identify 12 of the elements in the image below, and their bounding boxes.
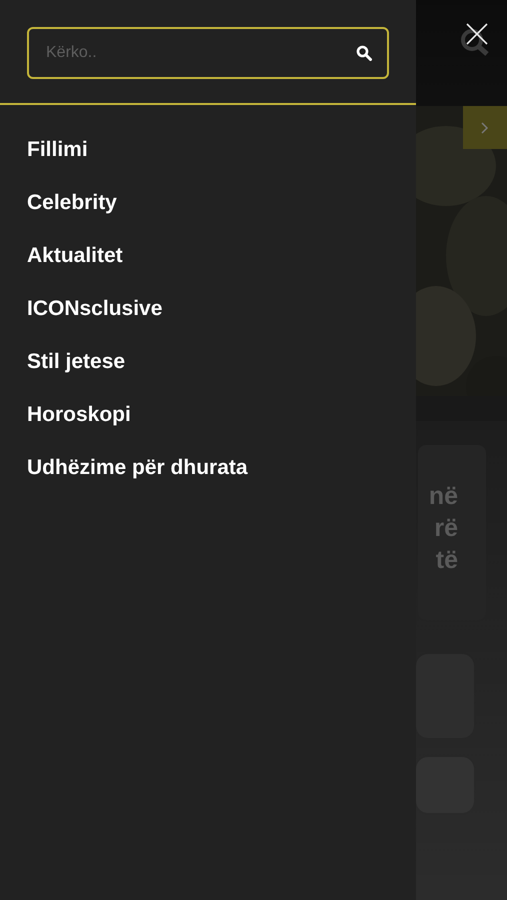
menu-item[interactable]: Horoskopi <box>27 400 131 453</box>
search-icon <box>460 28 490 56</box>
menu-item[interactable]: Udhëzime për dhurata <box>27 453 248 506</box>
chevron-right-icon <box>481 122 489 134</box>
menu-item[interactable]: Stil jetese <box>27 347 126 400</box>
menu-item[interactable]: Fillimi <box>27 135 88 188</box>
menu-item[interactable]: Celebrity <box>27 188 117 241</box>
search-icon[interactable] <box>356 45 372 61</box>
menu-item[interactable]: Aktualitet <box>27 241 123 294</box>
search-field[interactable]: Kërko.. <box>27 27 389 79</box>
close-icon <box>465 22 489 46</box>
menu-item[interactable]: ICONsclusive <box>27 294 162 347</box>
